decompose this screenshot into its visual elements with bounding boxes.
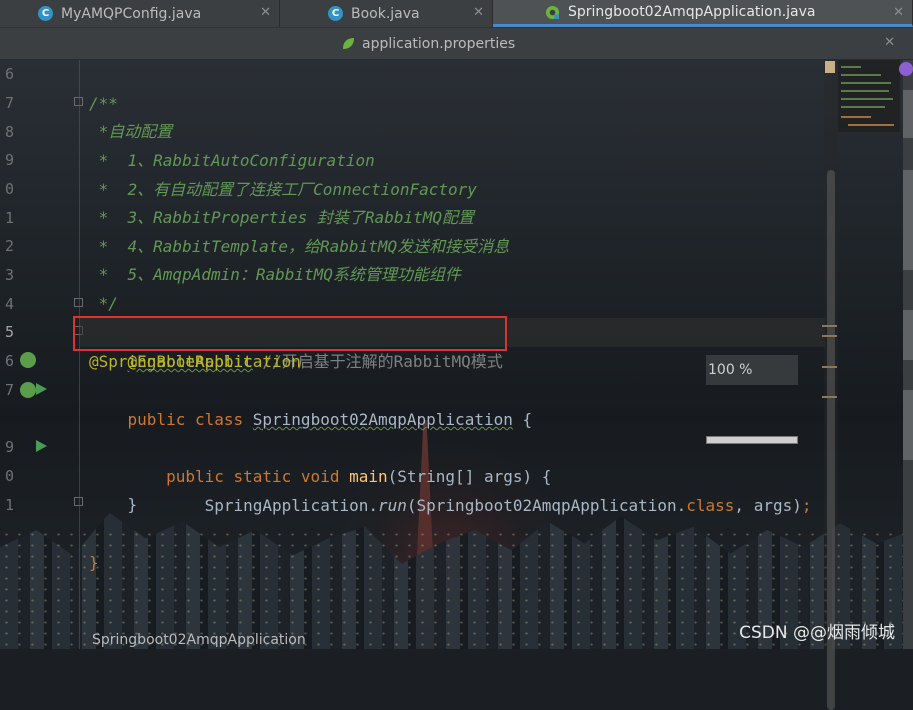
- code-brace: {: [512, 410, 533, 429]
- code-text: (Springboot02AmqpApplication.: [406, 496, 687, 515]
- editor-tab-bar-row2: application.properties ✕: [0, 28, 913, 60]
- code-keyword: public class: [127, 410, 253, 429]
- spring-bean-icon[interactable]: [20, 382, 36, 398]
- code-comment: * 5、AmqpAdmin：RabbitMQ系统管理功能组件: [89, 265, 461, 284]
- breadcrumb[interactable]: Springboot02AmqpApplication: [92, 632, 306, 648]
- code-comment: * 4、RabbitTemplate，给RabbitMQ发送和接受消息: [89, 237, 510, 256]
- tab-label: application.properties: [362, 35, 516, 52]
- line-number: 4: [4, 295, 14, 313]
- spring-boot-icon: [545, 5, 560, 19]
- line-number: 8: [4, 123, 14, 141]
- minimap-line: [841, 116, 871, 118]
- spring-bean-icon[interactable]: [20, 352, 36, 368]
- code-text: SpringApplication.: [127, 496, 378, 515]
- error-stripe-mark[interactable]: [822, 396, 837, 398]
- line-number-gutter: 6 7 8 9 0 1 2 3 4 5 6 7 9 0 1: [0, 60, 83, 649]
- minimap-line: [848, 124, 894, 126]
- line-number: 0: [4, 467, 14, 485]
- line-number: 9: [4, 151, 14, 169]
- code-comment: * 1、RabbitAutoConfiguration: [89, 151, 375, 170]
- line-number: 9: [4, 438, 14, 456]
- tab-label: MyAMQPConfig.java: [61, 5, 202, 22]
- tab-application-properties[interactable]: application.properties: [340, 28, 515, 59]
- zoom-slider[interactable]: [706, 436, 798, 444]
- code-comment: *自动配置: [89, 122, 173, 141]
- code-comment: /**: [89, 94, 118, 113]
- class-icon: C: [328, 6, 343, 21]
- springboot-application-annotation: @SpringBootApplication: [89, 352, 301, 371]
- run-icon[interactable]: [36, 383, 47, 395]
- plugin-icon[interactable]: [899, 62, 913, 76]
- minimap-line: [841, 66, 861, 68]
- code-static-call: run: [377, 496, 407, 515]
- line-number: 1: [4, 496, 14, 514]
- zoom-indicator: 100 %: [706, 355, 798, 385]
- minimap-line: [841, 90, 889, 92]
- line-number: 1: [4, 209, 14, 227]
- spring-leaf-icon: [343, 37, 354, 49]
- tool-window-tab[interactable]: [903, 170, 913, 270]
- highlight-box: [73, 316, 507, 351]
- line-number: 6: [4, 65, 14, 83]
- line-number: 2: [4, 237, 14, 255]
- tab-label: Springboot02AmqpApplication.java: [568, 4, 816, 20]
- tool-window-tab[interactable]: [903, 310, 913, 360]
- tab-book[interactable]: C Book.java ✕: [280, 0, 493, 27]
- class-name: Springboot02AmqpApplication: [252, 410, 513, 429]
- minimap-line: [841, 106, 885, 108]
- code-brace: }: [89, 553, 99, 572]
- close-icon[interactable]: ✕: [893, 5, 904, 20]
- error-stripe-mark[interactable]: [822, 335, 837, 337]
- tool-window-tab[interactable]: [903, 90, 913, 138]
- code-comment: */: [89, 294, 118, 313]
- code-keyword: class: [686, 496, 735, 515]
- code-comment: * 2、有自动配置了连接工厂ConnectionFactory: [89, 180, 477, 199]
- close-icon[interactable]: ✕: [473, 5, 484, 20]
- error-stripe-mark[interactable]: [822, 366, 837, 368]
- minimap-line: [841, 98, 893, 100]
- close-icon[interactable]: ✕: [884, 35, 895, 50]
- line-number-current: 5: [4, 323, 14, 341]
- minimap[interactable]: [838, 60, 900, 132]
- line-number: 7: [4, 381, 14, 399]
- tool-window-tab[interactable]: [903, 390, 913, 460]
- minimap-line: [841, 82, 891, 84]
- gutter-divider: [79, 60, 80, 649]
- line-number: 3: [4, 266, 14, 284]
- code-text: , args): [734, 496, 802, 515]
- class-icon: C: [38, 6, 53, 21]
- editor-tab-bar: C MyAMQPConfig.java ✕ C Book.java ✕ Spri…: [0, 0, 913, 28]
- line-number: 7: [4, 94, 14, 112]
- run-icon[interactable]: [36, 440, 47, 452]
- line-number: 0: [4, 180, 14, 198]
- code-semicolon: ;: [801, 496, 812, 515]
- watermark: CSDN @@烟雨倾城: [739, 623, 895, 643]
- inspection-status-icon[interactable]: [825, 61, 835, 73]
- tab-label: Book.java: [351, 5, 420, 22]
- code-comment: * 3、RabbitProperties 封装了RabbitMQ配置: [89, 208, 474, 227]
- code-brace: }: [89, 495, 138, 514]
- error-stripe-mark[interactable]: [822, 325, 837, 327]
- tab-myamqpconfig[interactable]: C MyAMQPConfig.java ✕: [0, 0, 280, 27]
- zoom-label: 100 %: [708, 362, 753, 378]
- tab-springboot-application[interactable]: Springboot02AmqpApplication.java ✕: [493, 0, 913, 27]
- minimap-line: [841, 74, 881, 76]
- close-icon[interactable]: ✕: [260, 5, 271, 20]
- editor-scrollbar[interactable]: [824, 60, 838, 710]
- line-number: 6: [4, 352, 14, 370]
- right-tool-strip: [899, 60, 913, 649]
